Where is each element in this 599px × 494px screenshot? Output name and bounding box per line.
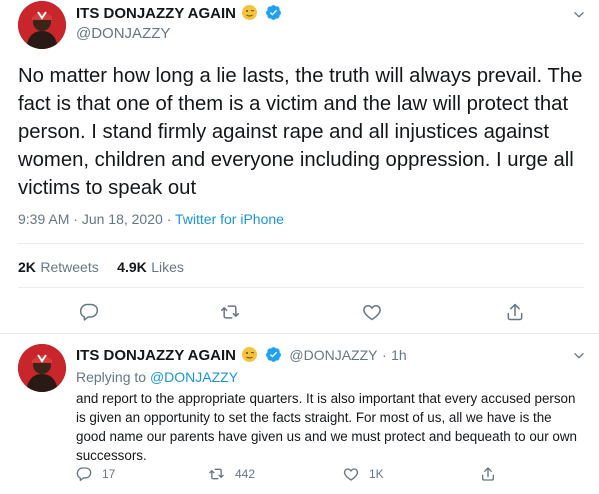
share-button[interactable] [505,302,525,322]
reply-author-name[interactable]: ITS DONJAZZY AGAIN [76,347,236,364]
like-button[interactable] [362,302,382,322]
author-header: ITS DONJAZZY AGAIN [76,4,282,26]
retweets-count: 2K [18,259,36,275]
share-icon [505,302,525,322]
replying-to-handle[interactable]: @DONJAZZY [150,369,238,385]
like-icon [362,302,382,322]
meta-separator: · [73,211,78,227]
verified-badge-icon [265,4,282,26]
reply-count: 17 [102,467,116,481]
emoji-icon [242,5,258,20]
retweets-stat[interactable]: 2K Retweets [18,259,103,276]
replying-to: Replying to @DONJAZZY [76,369,238,385]
meta-separator: · [381,347,387,363]
verified-badge-icon [265,346,282,368]
reply-options-chevron-down-icon[interactable] [572,349,586,368]
tweet-options-chevron-down-icon[interactable] [572,8,586,27]
share-icon [480,466,496,482]
reply-like-button[interactable]: 1K [343,466,384,482]
divider [18,287,584,288]
tweet-time[interactable]: 9:39 AM [18,211,69,227]
retweet-button[interactable] [219,302,241,322]
reply-time[interactable]: 1h [391,347,407,363]
divider [18,243,584,244]
reply-author-avatar[interactable] [18,344,66,392]
meta-separator: · [166,211,172,227]
author-name[interactable]: ITS DONJAZZY AGAIN [76,5,236,22]
reply-text: and report to the appropriate quarters. … [76,391,577,463]
retweet-icon [208,466,225,482]
emoji-icon [242,347,258,362]
tweet-text: No matter how long a lie lasts, the trut… [18,65,583,199]
reply-retweet-button[interactable]: 442 [208,466,255,482]
tweet-meta: 9:39 AM · Jun 18, 2020 · Twitter for iPh… [18,211,284,227]
tweet-source[interactable]: Twitter for iPhone [175,211,284,227]
reply-icon [79,302,99,322]
likes-stat[interactable]: 4.9K Likes [117,259,184,276]
replying-to-label: Replying to [76,369,147,385]
tweet-stats: 2K Retweets 4.9K Likes [18,259,184,277]
like-count: 1K [369,467,384,481]
reply-share-button[interactable] [480,466,496,482]
like-icon [343,466,359,482]
tweet-date[interactable]: Jun 18, 2020 [82,211,163,227]
reply-icon [76,466,92,482]
retweet-count: 442 [235,467,256,481]
reply-reply-button[interactable]: 17 [76,466,115,482]
likes-label: Likes [151,259,184,275]
divider [0,333,599,334]
reply-button[interactable] [79,302,99,322]
reply-header: ITS DONJAZZY AGAIN @DONJAZZY · 1h [76,346,407,368]
retweet-icon [219,302,241,322]
reply-author-handle[interactable]: @DONJAZZY [289,347,377,363]
retweets-label: Retweets [40,259,99,275]
author-avatar[interactable] [18,1,66,49]
author-handle[interactable]: @DONJAZZY [76,25,170,42]
likes-count: 4.9K [117,259,147,275]
